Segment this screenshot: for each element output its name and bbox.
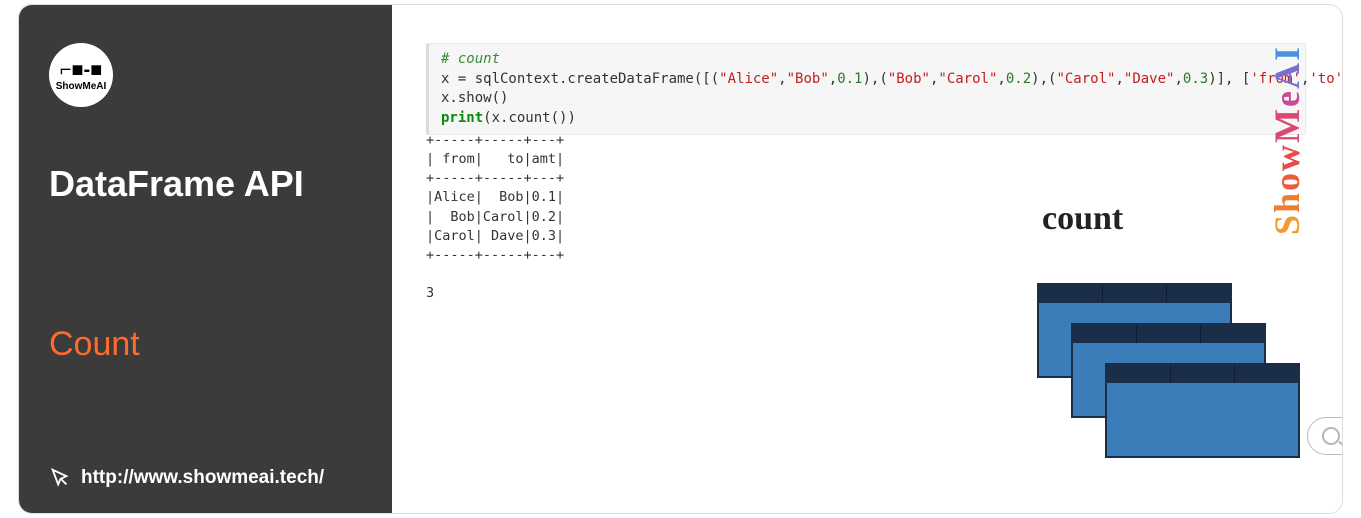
main-content: # count x = sqlContext.createDataFrame([…: [392, 5, 1342, 513]
code-comment: # count: [441, 51, 500, 67]
cursor-icon: [49, 467, 71, 489]
code-block: # count x = sqlContext.createDataFrame([…: [426, 43, 1306, 135]
table-stack-diagram: [1037, 283, 1327, 483]
diagram-label: count: [1042, 200, 1123, 238]
search-bar[interactable]: 搜索 ｜ 微信 ShowMeAI 研究中心: [1307, 417, 1343, 455]
link-text: http://www.showmeai.tech/: [81, 467, 324, 489]
code-text: x.show(): [441, 90, 508, 106]
logo: ⌐■-■ShowMeAI: [49, 43, 113, 107]
page-title: DataFrame API: [49, 163, 362, 205]
watermark: ShowMeAI: [1266, 45, 1308, 235]
table-card: [1105, 363, 1300, 458]
source-link[interactable]: http://www.showmeai.tech/: [49, 467, 324, 489]
page-subtitle: Count: [49, 325, 362, 364]
logo-text: ⌐■-■ShowMeAI: [56, 59, 107, 92]
code-text: x = sqlContext.createDataFrame([(: [441, 71, 719, 87]
search-icon: [1322, 427, 1340, 445]
slide-frame: ⌐■-■ShowMeAI DataFrame API Count http://…: [18, 4, 1343, 514]
sidebar: ⌐■-■ShowMeAI DataFrame API Count http://…: [19, 5, 392, 513]
output-table: +-----+-----+---+ | from| to|amt| +-----…: [426, 131, 564, 303]
